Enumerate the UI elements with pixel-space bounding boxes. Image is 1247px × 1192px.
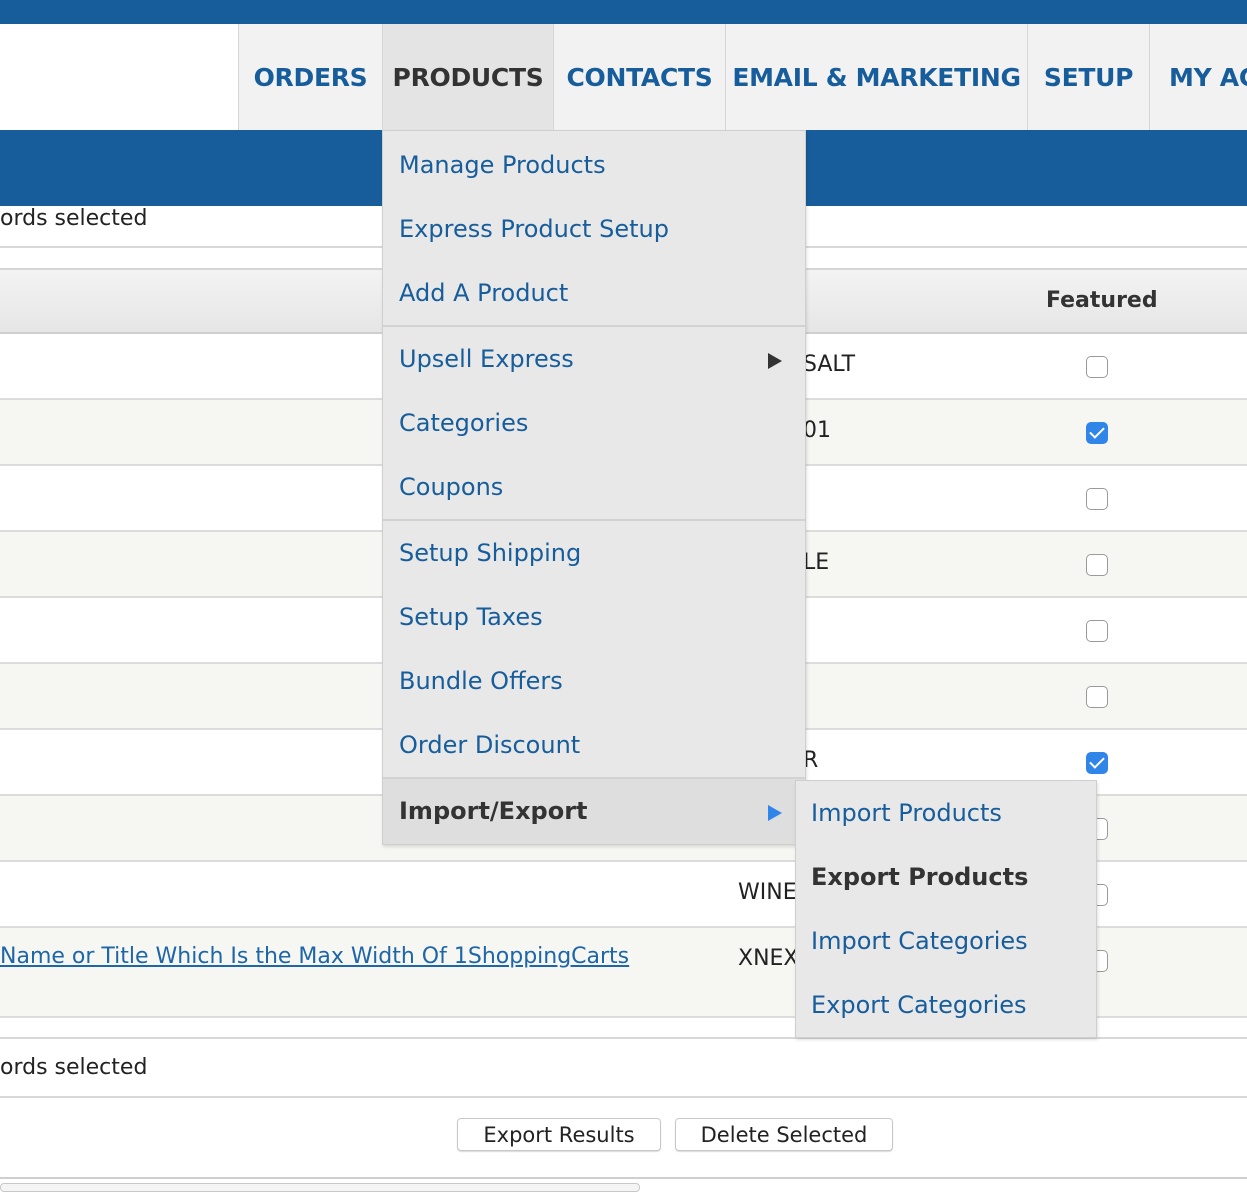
menu-item-setup-taxes[interactable]: Setup Taxes	[399, 603, 543, 631]
product-name-link[interactable]: Name or Title Which Is the Max Width Of …	[0, 944, 629, 969]
featured-checkbox[interactable]	[1086, 686, 1108, 708]
featured-checkbox[interactable]	[1086, 488, 1108, 510]
records-selected-text: ords selected	[0, 206, 148, 231]
tab-contacts[interactable]: CONTACTS	[553, 24, 725, 130]
submenu-item-import-categories[interactable]: Import Categories	[811, 927, 1028, 955]
sku-cell: 01	[803, 418, 831, 443]
delete-selected-button[interactable]: Delete Selected	[675, 1118, 893, 1151]
sku-cell: WINE	[738, 880, 797, 905]
sku-cell: LE	[803, 550, 830, 575]
submenu-arrow-icon	[768, 353, 782, 369]
top-bar	[0, 0, 1247, 24]
submenu-item-export-products[interactable]: Export Products	[811, 863, 1028, 891]
menu-item-coupons[interactable]: Coupons	[399, 473, 503, 501]
submenu-arrow-icon	[768, 805, 782, 821]
menu-item-add-a-product[interactable]: Add A Product	[399, 279, 568, 307]
divider	[0, 1177, 1247, 1179]
selection-bar-bottom: ords selected	[0, 1037, 1247, 1098]
menu-item-upsell-express[interactable]: Upsell Express	[399, 345, 574, 373]
featured-checkbox[interactable]	[1086, 554, 1108, 576]
export-results-button[interactable]: Export Results	[457, 1118, 661, 1151]
featured-checkbox[interactable]	[1086, 620, 1108, 642]
menu-item-bundle-offers[interactable]: Bundle Offers	[399, 667, 563, 695]
tab-orders[interactable]: ORDERS	[238, 24, 382, 130]
sku-cell: XNEX	[738, 946, 799, 971]
menu-item-import-export[interactable]: Import/Export	[399, 797, 588, 825]
menu-item-order-discount[interactable]: Order Discount	[399, 731, 580, 759]
menu-item-setup-shipping[interactable]: Setup Shipping	[399, 539, 581, 567]
tab-my-account[interactable]: MY AC	[1149, 24, 1247, 130]
records-selected-text: ords selected	[0, 1055, 148, 1080]
products-dropdown-menu: Manage Products Express Product Setup Ad…	[382, 130, 806, 845]
horizontal-scrollbar[interactable]	[0, 1183, 640, 1192]
import-export-submenu: Import Products Export Products Import C…	[795, 780, 1097, 1038]
tab-setup[interactable]: SETUP	[1027, 24, 1149, 130]
menu-divider	[383, 519, 805, 521]
menu-item-express-product-setup[interactable]: Express Product Setup	[399, 215, 669, 243]
featured-checkbox[interactable]	[1086, 422, 1108, 444]
featured-checkbox[interactable]	[1086, 752, 1108, 774]
menu-item-categories[interactable]: Categories	[399, 409, 528, 437]
menu-item-manage-products[interactable]: Manage Products	[399, 151, 606, 179]
submenu-item-export-categories[interactable]: Export Categories	[811, 991, 1027, 1019]
featured-checkbox[interactable]	[1086, 356, 1108, 378]
sku-cell: SALT	[803, 352, 856, 377]
submenu-item-import-products[interactable]: Import Products	[811, 799, 1002, 827]
tab-email-marketing[interactable]: EMAIL & MARKETING	[725, 24, 1027, 130]
menu-divider	[383, 777, 805, 779]
featured-column-header[interactable]: Featured	[1046, 288, 1158, 313]
tab-products[interactable]: PRODUCTS	[382, 24, 553, 130]
menu-divider	[383, 325, 805, 327]
